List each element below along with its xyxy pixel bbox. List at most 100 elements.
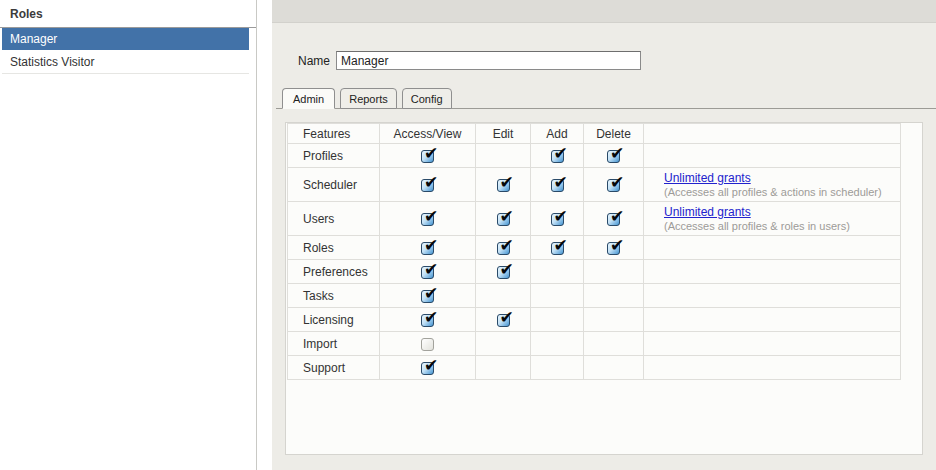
roles-sidebar: Roles Manager Statistics Visitor xyxy=(0,0,257,470)
access-cell xyxy=(380,236,476,260)
grants-cell xyxy=(644,356,901,380)
grants-cell xyxy=(644,236,901,260)
access-checkbox[interactable] xyxy=(421,362,434,375)
delete-checkbox[interactable] xyxy=(607,213,620,226)
add-checkbox[interactable] xyxy=(551,179,564,192)
header-add: Add xyxy=(531,124,584,144)
header-delete: Delete xyxy=(584,124,644,144)
edit-cell xyxy=(476,308,531,332)
edit-checkbox[interactable] xyxy=(497,179,510,192)
delete-checkbox[interactable] xyxy=(607,242,620,255)
grants-cell xyxy=(644,332,901,356)
feature-name: Scheduler xyxy=(288,168,380,202)
access-checkbox[interactable] xyxy=(421,266,434,279)
delete-checkbox[interactable] xyxy=(607,150,620,163)
access-checkbox[interactable] xyxy=(421,150,434,163)
add-cell xyxy=(531,168,584,202)
delete-checkbox[interactable] xyxy=(607,179,620,192)
unlimited-grants-link[interactable]: Unlimited grants xyxy=(664,205,751,219)
edit-cell xyxy=(476,284,531,308)
delete-cell xyxy=(584,356,644,380)
access-cell xyxy=(380,260,476,284)
table-row: Tasks xyxy=(288,284,901,308)
table-header-row: Features Access/View Edit Add Delete xyxy=(288,124,901,144)
access-checkbox[interactable] xyxy=(421,213,434,226)
grants-cell xyxy=(644,308,901,332)
unlimited-grants-link[interactable]: Unlimited grants xyxy=(664,171,751,185)
name-input[interactable] xyxy=(336,51,641,70)
toolbar-band xyxy=(272,0,936,23)
add-cell xyxy=(531,260,584,284)
table-row: Licensing xyxy=(288,308,901,332)
access-cell xyxy=(380,144,476,168)
delete-cell xyxy=(584,168,644,202)
table-row: Scheduler Unlimited grants(Accesses all p… xyxy=(288,168,901,202)
header-empty xyxy=(644,124,901,144)
delete-cell xyxy=(584,308,644,332)
edit-cell xyxy=(476,202,531,236)
feature-name: Preferences xyxy=(288,260,380,284)
table-row: Import xyxy=(288,332,901,356)
delete-cell xyxy=(584,144,644,168)
grants-cell xyxy=(644,260,901,284)
delete-cell xyxy=(584,284,644,308)
tab-config[interactable]: Config xyxy=(402,88,452,109)
add-cell xyxy=(531,202,584,236)
access-checkbox[interactable] xyxy=(421,338,434,351)
add-cell xyxy=(531,236,584,260)
edit-checkbox[interactable] xyxy=(497,242,510,255)
add-cell xyxy=(531,308,584,332)
access-checkbox[interactable] xyxy=(421,290,434,303)
grants-cell xyxy=(644,284,901,308)
add-checkbox[interactable] xyxy=(551,213,564,226)
feature-name: Support xyxy=(288,356,380,380)
edit-cell xyxy=(476,168,531,202)
edit-cell xyxy=(476,356,531,380)
delete-cell xyxy=(584,260,644,284)
table-row: Preferences xyxy=(288,260,901,284)
feature-name: Licensing xyxy=(288,308,380,332)
access-checkbox[interactable] xyxy=(421,242,434,255)
edit-checkbox[interactable] xyxy=(497,314,510,327)
access-cell xyxy=(380,332,476,356)
edit-cell xyxy=(476,260,531,284)
grants-cell: Unlimited grants(Accesses all profiles &… xyxy=(644,202,901,236)
add-cell xyxy=(531,144,584,168)
name-label: Name xyxy=(298,54,330,68)
sidebar-item-manager[interactable]: Manager xyxy=(2,28,249,51)
table-row: UsersUnlimited grants(Accesses all profi… xyxy=(288,202,901,236)
access-checkbox[interactable] xyxy=(421,314,434,327)
sidebar-title: Roles xyxy=(0,0,256,28)
edit-checkbox[interactable] xyxy=(497,213,510,226)
edit-cell xyxy=(476,332,531,356)
features-table-body: ProfilesSchedulerUnlimited grants(Access… xyxy=(288,144,901,380)
grants-note: (Accesses all profiles & roles in users) xyxy=(664,220,900,232)
tab-reports[interactable]: Reports xyxy=(340,88,397,109)
delete-cell xyxy=(584,236,644,260)
tab-admin[interactable]: Admin xyxy=(282,88,335,109)
edit-checkbox[interactable] xyxy=(497,266,510,279)
add-checkbox[interactable] xyxy=(551,150,564,163)
feature-name: Profiles xyxy=(288,144,380,168)
feature-name: Import xyxy=(288,332,380,356)
access-checkbox[interactable] xyxy=(421,179,434,192)
header-access-view: Access/View xyxy=(380,124,476,144)
add-cell xyxy=(531,356,584,380)
access-cell xyxy=(380,168,476,202)
grants-note: (Accesses all profiles & actions in sche… xyxy=(664,186,900,198)
access-cell xyxy=(380,284,476,308)
header-features: Features xyxy=(288,124,380,144)
sidebar-item-statistics-visitor[interactable]: Statistics Visitor xyxy=(2,51,249,74)
table-row: Support xyxy=(288,356,901,380)
table-row: Roles xyxy=(288,236,901,260)
features-table: Features Access/View Edit Add Delete Pro… xyxy=(287,123,901,380)
edit-cell xyxy=(476,236,531,260)
grants-cell: Unlimited grants(Accesses all profiles &… xyxy=(644,168,901,202)
delete-cell xyxy=(584,202,644,236)
name-row: Name xyxy=(298,51,641,70)
add-checkbox[interactable] xyxy=(551,242,564,255)
table-row: Profiles xyxy=(288,144,901,168)
header-edit: Edit xyxy=(476,124,531,144)
edit-cell xyxy=(476,144,531,168)
tab-content-panel: Features Access/View Edit Add Delete Pro… xyxy=(285,122,923,455)
